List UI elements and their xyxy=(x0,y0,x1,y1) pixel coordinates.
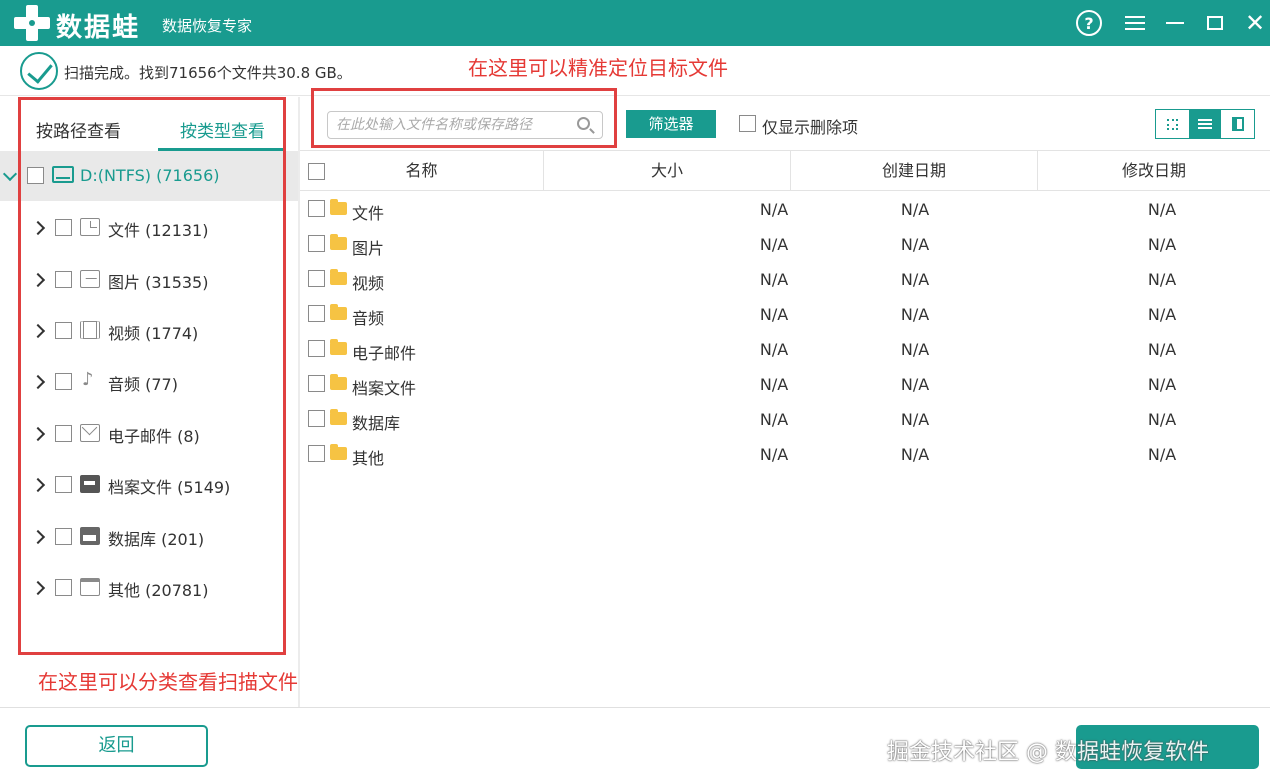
row-checkbox[interactable] xyxy=(308,410,325,427)
row-size: N/A xyxy=(759,270,789,289)
folder-icon xyxy=(330,234,347,250)
grid-icon xyxy=(1166,118,1178,130)
row-size: N/A xyxy=(759,375,789,394)
row-modified: N/A xyxy=(1147,200,1177,219)
footer-bar: 返回 掘金技术社区 @ 数据蛙恢复软件 xyxy=(0,707,1270,783)
row-modified: N/A xyxy=(1147,340,1177,359)
row-size: N/A xyxy=(759,305,789,324)
row-name: 档案文件 xyxy=(352,379,417,398)
column-header-modified[interactable]: 修改日期 xyxy=(1038,151,1270,191)
filter-button[interactable]: 筛选器 xyxy=(626,110,716,138)
folder-icon xyxy=(330,269,347,285)
close-icon[interactable]: ✕ xyxy=(1242,9,1268,37)
folder-icon xyxy=(330,199,347,215)
back-button[interactable]: 返回 xyxy=(25,725,208,767)
title-bar: 数据蛙 数据恢复专家 ? ✕ xyxy=(0,0,1270,46)
row-name: 数据库 xyxy=(352,414,401,433)
annotation-box-search xyxy=(311,88,617,148)
folder-icon xyxy=(330,304,347,320)
row-size: N/A xyxy=(759,340,789,359)
row-size: N/A xyxy=(759,200,789,219)
table-header: 名称 大小 创建日期 修改日期 xyxy=(300,151,1270,191)
row-modified: N/A xyxy=(1147,410,1177,429)
row-checkbox[interactable] xyxy=(308,270,325,287)
chevron-down-icon[interactable] xyxy=(2,166,18,182)
row-created: N/A xyxy=(900,305,930,324)
brand-name: 数据蛙 xyxy=(56,13,141,43)
preview-view-button[interactable] xyxy=(1221,110,1254,138)
annotation-box-categories xyxy=(18,97,286,655)
list-view-button[interactable] xyxy=(1188,110,1222,138)
row-created: N/A xyxy=(900,340,930,359)
table-row[interactable]: 音频 N/A N/A N/A xyxy=(300,297,1270,332)
row-modified: N/A xyxy=(1147,305,1177,324)
row-checkbox[interactable] xyxy=(308,375,325,392)
table-row[interactable]: 文件 N/A N/A N/A xyxy=(300,192,1270,227)
split-view-icon xyxy=(1231,117,1244,131)
row-name: 视频 xyxy=(352,274,385,293)
table-row[interactable]: 视频 N/A N/A N/A xyxy=(300,262,1270,297)
row-created: N/A xyxy=(900,270,930,289)
check-circle-icon xyxy=(20,52,58,90)
row-name: 电子邮件 xyxy=(352,344,417,363)
row-name: 图片 xyxy=(352,239,385,258)
table-row[interactable]: 档案文件 N/A N/A N/A xyxy=(300,367,1270,402)
row-checkbox[interactable] xyxy=(308,200,325,217)
logo-icon xyxy=(14,5,50,41)
row-size: N/A xyxy=(759,235,789,254)
table-row[interactable]: 图片 N/A N/A N/A xyxy=(300,227,1270,262)
row-checkbox[interactable] xyxy=(308,445,325,462)
file-list: 文件 N/A N/A N/A 图片 N/A N/A N/A 视频 N/A N/A N/A 音频 N/… xyxy=(300,192,1270,472)
row-modified: N/A xyxy=(1147,235,1177,254)
row-name: 文件 xyxy=(352,204,385,223)
folder-icon xyxy=(330,444,347,460)
table-row[interactable]: 电子邮件 N/A N/A N/A xyxy=(300,332,1270,367)
scan-status-text: 扫描完成。找到71656个文件共30.8 GB。 xyxy=(64,64,352,82)
row-name: 音频 xyxy=(352,309,385,328)
table-row[interactable]: 数据库 N/A N/A N/A xyxy=(300,402,1270,437)
folder-icon xyxy=(330,374,347,390)
list-icon xyxy=(1198,119,1212,129)
folder-icon xyxy=(330,339,347,355)
column-header-created[interactable]: 创建日期 xyxy=(791,151,1038,191)
column-header-size[interactable]: 大小 xyxy=(544,151,791,191)
minimize-icon[interactable] xyxy=(1162,10,1188,36)
grid-view-button[interactable] xyxy=(1156,110,1189,138)
deleted-only-checkbox[interactable] xyxy=(739,115,756,132)
watermark-text: 掘金技术社区 @ 数据蛙恢复软件 xyxy=(887,740,1209,765)
row-modified: N/A xyxy=(1147,375,1177,394)
row-created: N/A xyxy=(900,200,930,219)
app-subtitle: 数据恢复专家 xyxy=(162,17,253,35)
row-modified: N/A xyxy=(1147,270,1177,289)
row-name: 其他 xyxy=(352,449,385,468)
table-row[interactable]: 其他 N/A N/A N/A xyxy=(300,437,1270,472)
row-modified: N/A xyxy=(1147,445,1177,464)
row-created: N/A xyxy=(900,375,930,394)
row-size: N/A xyxy=(759,445,789,464)
deleted-only-label[interactable]: 仅显示删除项 xyxy=(762,114,858,138)
folder-icon xyxy=(330,409,347,425)
row-checkbox[interactable] xyxy=(308,305,325,322)
row-created: N/A xyxy=(900,445,930,464)
row-size: N/A xyxy=(759,410,789,429)
menu-icon[interactable] xyxy=(1122,10,1148,36)
annotation-search-hint: 在这里可以精准定位目标文件 xyxy=(468,56,728,80)
maximize-icon[interactable] xyxy=(1202,10,1228,36)
help-icon[interactable]: ? xyxy=(1076,10,1102,36)
annotation-category-hint: 在这里可以分类查看扫描文件 xyxy=(38,670,298,694)
view-mode-toggle xyxy=(1155,109,1255,139)
column-header-name[interactable]: 名称 xyxy=(300,151,544,191)
row-checkbox[interactable] xyxy=(308,235,325,252)
row-created: N/A xyxy=(900,235,930,254)
row-created: N/A xyxy=(900,410,930,429)
row-checkbox[interactable] xyxy=(308,340,325,357)
